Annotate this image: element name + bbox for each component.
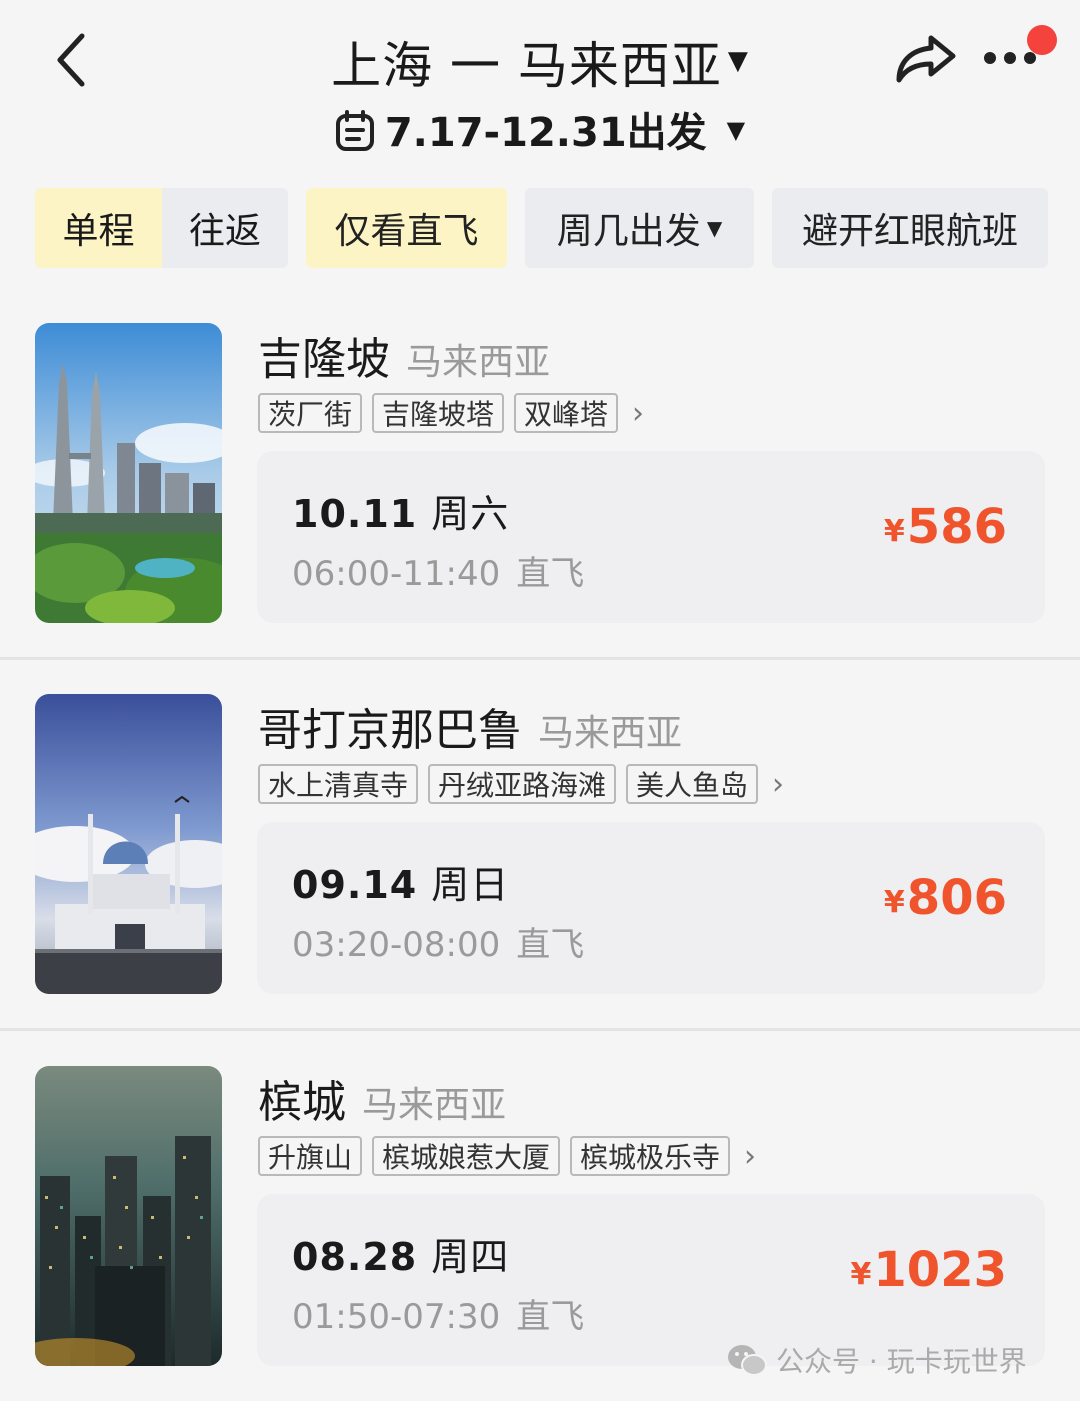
destination-photo[interactable] <box>35 1066 222 1366</box>
weekday-filter[interactable]: 周几出发 ▼ <box>525 188 754 268</box>
caret-down-icon: ▼ <box>727 46 749 76</box>
time-value: 03:20-08:00 <box>292 925 501 965</box>
route-title: 上海 一 马来西亚 <box>331 37 722 95</box>
caret-down-icon: ▼ <box>726 116 746 144</box>
date-range: 7.17-12.31出发 <box>384 110 707 156</box>
city-label: 哥打京那巴鲁 <box>258 705 522 756</box>
attraction-tag[interactable]: 槟城极乐寺 <box>570 1136 731 1176</box>
flight-type: 直飞 <box>516 925 585 965</box>
divider <box>0 657 1080 660</box>
attraction-tag[interactable]: 双峰塔 <box>514 393 619 433</box>
currency-symbol: ¥ <box>883 885 905 920</box>
share-icon[interactable] <box>893 32 957 84</box>
attraction-tag[interactable]: 槟城娘惹大厦 <box>372 1136 561 1176</box>
direct-only-filter[interactable]: 仅看直飞 <box>306 188 507 268</box>
time-value: 06:00-11:40 <box>292 554 501 594</box>
watermark: 公众号 · 玩卡玩世界 <box>726 1340 1027 1380</box>
weekday-value: 周四 <box>431 1235 510 1279</box>
weekday-value: 周日 <box>431 863 510 907</box>
date-value: 09.14 <box>292 863 418 907</box>
price: ¥586 <box>884 499 1007 555</box>
country-label: 马来西亚 <box>538 713 683 754</box>
destination-photo[interactable] <box>35 323 222 623</box>
calendar-icon <box>335 110 374 151</box>
date-range-selector[interactable]: 7.17-12.31出发 ▼ <box>0 100 1080 158</box>
attraction-tag[interactable]: 丹绒亚路海滩 <box>428 764 617 804</box>
city-name: 哥打京那巴鲁 马来西亚 <box>258 694 682 758</box>
price: ¥1023 <box>851 1242 1007 1298</box>
city-label: 吉隆坡 <box>258 334 390 385</box>
price: ¥806 <box>884 870 1007 926</box>
city-name: 槟城 马来西亚 <box>258 1066 506 1130</box>
trip-type-toggle: 单程 往返 <box>35 188 288 268</box>
price-value: 806 <box>906 870 1007 926</box>
chevron-right-icon[interactable]: › <box>772 767 784 802</box>
price-value: 1023 <box>873 1242 1007 1298</box>
city-label: 槟城 <box>258 1077 346 1128</box>
time-value: 01:50-07:30 <box>292 1297 501 1337</box>
avoid-redeye-filter[interactable]: 避开红眼航班 <box>772 188 1048 268</box>
flight-time: 03:20-08:00 直飞 <box>292 917 584 966</box>
flight-date: 08.28 周四 <box>292 1226 509 1281</box>
price-value: 586 <box>906 499 1007 555</box>
flight-type: 直飞 <box>516 1297 585 1337</box>
chevron-right-icon[interactable]: › <box>632 396 644 431</box>
destination-photo[interactable] <box>35 694 222 994</box>
weekday-filter-label: 周几出发 <box>556 211 701 252</box>
destination-card[interactable]: 哥打京那巴鲁 马来西亚 水上清真寺 丹绒亚路海滩 美人鱼岛 › 09.14 周日 0… <box>0 694 1080 1034</box>
one-way-tab[interactable]: 单程 <box>35 188 162 268</box>
country-label: 马来西亚 <box>406 342 551 383</box>
chevron-right-icon[interactable]: › <box>744 1139 756 1174</box>
attraction-tag[interactable]: 吉隆坡塔 <box>372 393 505 433</box>
watermark-text: 公众号 · 玩卡玩世界 <box>776 1345 1027 1378</box>
attraction-tag[interactable]: 水上清真寺 <box>258 764 419 804</box>
flight-offer[interactable]: 10.11 周六 06:00-11:40 直飞 ¥586 <box>257 451 1045 623</box>
attraction-tags: 茨厂街 吉隆坡塔 双峰塔 › <box>258 393 644 433</box>
flight-time: 06:00-11:40 直飞 <box>292 546 584 595</box>
attraction-tag[interactable]: 升旗山 <box>258 1136 363 1176</box>
flight-type: 直飞 <box>516 554 585 594</box>
notification-dot <box>1027 25 1057 55</box>
flight-date: 10.11 周六 <box>292 483 509 538</box>
filter-bar: 单程 往返 仅看直飞 周几出发 ▼ 避开红眼航班 <box>0 188 1080 270</box>
date-value: 10.11 <box>292 492 418 536</box>
flight-time: 01:50-07:30 直飞 <box>292 1289 584 1338</box>
attraction-tags: 水上清真寺 丹绒亚路海滩 美人鱼岛 › <box>258 764 784 804</box>
currency-symbol: ¥ <box>883 514 905 549</box>
attraction-tags: 升旗山 槟城娘惹大厦 槟城极乐寺 › <box>258 1136 756 1176</box>
wechat-icon <box>728 1345 767 1376</box>
date-value: 08.28 <box>292 1235 418 1279</box>
attraction-tag[interactable]: 茨厂街 <box>258 393 363 433</box>
divider <box>0 1028 1080 1031</box>
currency-symbol: ¥ <box>850 1257 872 1292</box>
flight-offer[interactable]: 09.14 周日 03:20-08:00 直飞 ¥806 <box>257 822 1045 994</box>
city-name: 吉隆坡 马来西亚 <box>258 323 550 387</box>
caret-down-icon: ▼ <box>706 216 723 240</box>
flight-date: 09.14 周日 <box>292 854 509 909</box>
destination-card[interactable]: 吉隆坡 马来西亚 茨厂街 吉隆坡塔 双峰塔 › 10.11 周六 06:00-11:… <box>0 323 1080 663</box>
header: 上海 一 马来西亚 ▼ 7.17-12.31出发 ▼ <box>0 0 1080 170</box>
weekday-value: 周六 <box>431 492 510 536</box>
round-trip-tab[interactable]: 往返 <box>162 188 288 268</box>
country-label: 马来西亚 <box>362 1085 507 1126</box>
attraction-tag[interactable]: 美人鱼岛 <box>626 764 759 804</box>
